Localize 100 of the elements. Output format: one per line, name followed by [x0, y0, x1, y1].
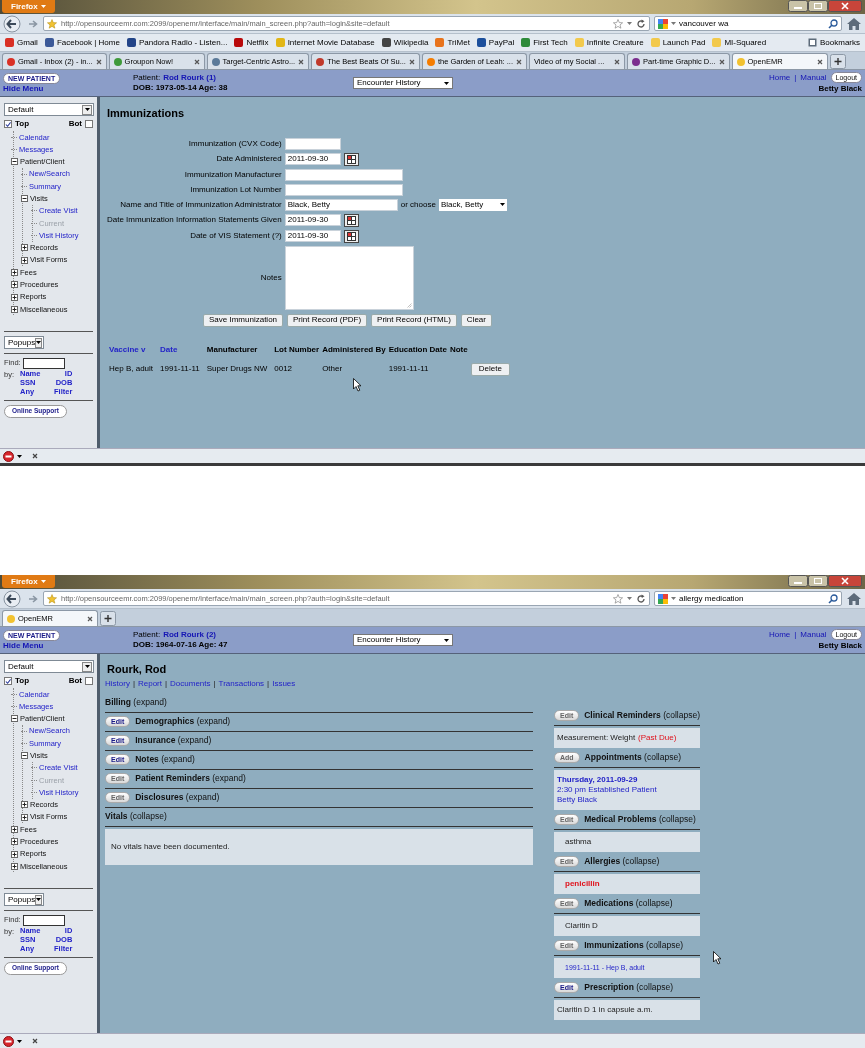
patient-name-link[interactable]: Rod Rourk (2) — [163, 630, 217, 640]
administrator-select[interactable]: Black, Betty — [438, 198, 507, 211]
notes-field[interactable] — [284, 245, 414, 310]
search-engine-icon[interactable] — [658, 18, 668, 29]
section-title[interactable]: Notes (expand) — [135, 753, 195, 766]
bookmark-link[interactable]: Pandora Radio - Listen... — [126, 36, 228, 49]
checkbox[interactable] — [85, 677, 93, 685]
maximize-icon[interactable] — [808, 575, 828, 587]
back-icon[interactable] — [3, 589, 23, 608]
form-button[interactable]: Save Immunization — [203, 313, 284, 327]
bookmark-link[interactable]: Launch Pad — [650, 36, 706, 49]
input-field[interactable] — [284, 137, 341, 150]
addon-icon[interactable] — [3, 1035, 14, 1047]
view-select[interactable]: Default — [4, 660, 94, 673]
expand-icon[interactable] — [21, 813, 28, 821]
expand-icon[interactable] — [11, 862, 18, 870]
close-icon[interactable] — [87, 615, 93, 622]
close-icon[interactable] — [408, 58, 415, 65]
section-title[interactable]: Clinical Reminders (collapse) — [584, 709, 700, 722]
date-field[interactable]: 2011-09-30 — [284, 153, 341, 165]
section-title[interactable]: Insurance (expand) — [135, 734, 212, 747]
input-field[interactable]: Black, Betty — [284, 198, 398, 211]
manual-link[interactable]: Manual — [800, 629, 827, 640]
collapse-icon[interactable] — [21, 752, 28, 760]
bookmark-link[interactable]: First Tech — [521, 36, 568, 49]
date-field[interactable]: 2011-09-30 — [284, 230, 341, 242]
search-icon[interactable] — [828, 18, 838, 29]
bookmark-link[interactable]: Facebook | Home — [44, 36, 120, 49]
expand-icon[interactable] — [11, 838, 18, 846]
delete-button[interactable]: Delete — [470, 362, 510, 376]
nav-link[interactable]: Transactions — [218, 677, 265, 690]
search-icon[interactable] — [828, 593, 838, 604]
bookmark-link[interactable]: MI-Squared — [712, 36, 767, 49]
section-title[interactable]: Demographics (expand) — [135, 715, 231, 728]
bookmark-link[interactable]: Gmail — [5, 36, 38, 49]
bookmark-link[interactable]: PayPal — [476, 36, 515, 49]
close-icon[interactable] — [828, 575, 862, 587]
search-engine-icon[interactable] — [658, 593, 668, 604]
input-field[interactable] — [284, 168, 403, 181]
checkbox[interactable] — [4, 120, 12, 128]
home-link[interactable]: Home — [768, 72, 791, 83]
section-title[interactable]: Medications (collapse) — [584, 897, 673, 910]
popups-select[interactable]: Popups — [4, 893, 44, 907]
expand-icon[interactable] — [11, 293, 18, 301]
bookmark-star-icon[interactable] — [613, 18, 623, 29]
expand-icon[interactable] — [21, 244, 28, 252]
section-title[interactable]: Disclosures (expand) — [135, 791, 220, 804]
section-title[interactable]: Billing (expand) — [105, 696, 167, 709]
minimize-icon[interactable] — [788, 0, 808, 12]
bookmark-link[interactable]: Internet Movie Database — [275, 36, 375, 49]
close-icon[interactable] — [298, 58, 305, 65]
nav-link[interactable]: Issues — [272, 677, 296, 690]
addon-icon[interactable] — [3, 450, 14, 462]
section-title[interactable]: Medical Problems (collapse) — [584, 813, 696, 826]
new-tab-icon[interactable] — [100, 611, 116, 626]
input-field[interactable] — [284, 183, 403, 196]
bookmark-star-icon[interactable] — [613, 593, 623, 604]
home-icon[interactable] — [846, 591, 862, 606]
expand-icon[interactable] — [21, 801, 28, 809]
form-button[interactable]: Print Record (HTML) — [371, 313, 457, 327]
encounter-select[interactable]: Encounter History — [353, 634, 453, 646]
expand-icon[interactable] — [11, 850, 18, 858]
section-title[interactable]: Patient Reminders (expand) — [135, 772, 246, 785]
section-title[interactable]: Vitals (collapse) — [105, 810, 167, 823]
resize-grip-icon[interactable] — [406, 302, 412, 308]
bookmark-link[interactable]: Wikipedia — [381, 36, 429, 49]
back-icon[interactable] — [3, 14, 23, 33]
bookmarks-menu[interactable]: Bookmarks — [808, 36, 860, 49]
close-icon[interactable] — [828, 0, 862, 12]
close-icon[interactable] — [516, 58, 522, 65]
bookmark-link[interactable]: Infinite Creature — [574, 36, 644, 49]
collapse-icon[interactable] — [11, 158, 18, 166]
bookmark-link[interactable]: Netflix — [234, 36, 269, 49]
section-title[interactable]: Prescription (collapse) — [584, 981, 674, 994]
expand-icon[interactable] — [11, 268, 18, 276]
section-title[interactable]: Immunizations (collapse) — [584, 939, 683, 952]
close-icon[interactable] — [816, 58, 823, 65]
form-button[interactable]: Clear — [460, 313, 492, 327]
nav-link[interactable]: Documents — [170, 677, 211, 690]
search-field[interactable]: vancouver wa — [654, 16, 842, 31]
checkbox[interactable] — [4, 677, 12, 685]
expand-icon[interactable] — [11, 305, 18, 313]
close-icon[interactable] — [95, 58, 102, 65]
reload-icon[interactable] — [636, 18, 646, 29]
search-field[interactable]: allergy medication — [654, 591, 842, 606]
popups-select[interactable]: Popups — [4, 336, 44, 350]
minimize-icon[interactable] — [788, 575, 808, 587]
view-select[interactable]: Default — [4, 103, 94, 116]
close-icon[interactable] — [193, 58, 200, 65]
manual-link[interactable]: Manual — [800, 72, 827, 83]
new-tab-icon[interactable] — [829, 54, 846, 69]
find-field[interactable] — [22, 357, 65, 369]
close-icon[interactable] — [614, 58, 620, 65]
calendar-icon[interactable] — [343, 213, 359, 227]
nav-link[interactable]: Report — [137, 677, 162, 690]
calendar-icon[interactable] — [343, 229, 359, 243]
expand-icon[interactable] — [21, 256, 28, 264]
checkbox[interactable] — [85, 120, 93, 128]
sort-column-header[interactable]: Vaccine v — [109, 343, 158, 356]
section-title[interactable]: Appointments (collapse) — [584, 751, 681, 764]
